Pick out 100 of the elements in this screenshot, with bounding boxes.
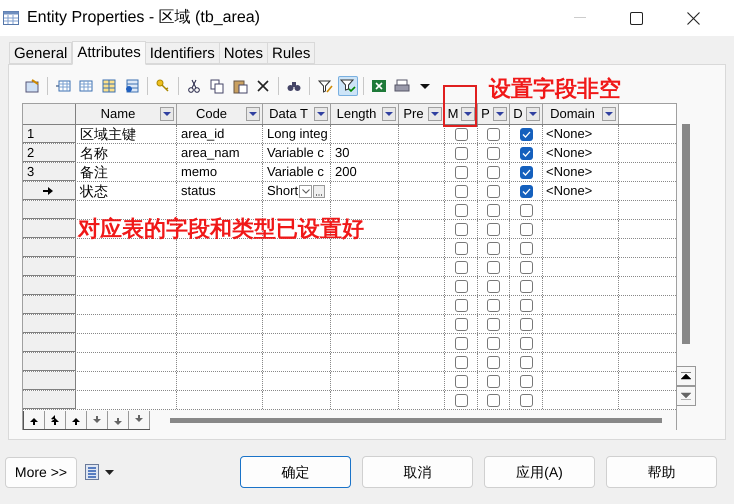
checkmark-icon bbox=[522, 188, 530, 194]
dialog-button[interactable]: 取消 bbox=[362, 456, 473, 488]
checkbox[interactable] bbox=[454, 298, 468, 312]
checkbox[interactable] bbox=[454, 280, 468, 292]
tab[interactable]: Rules bbox=[266, 42, 316, 64]
checkbox[interactable] bbox=[520, 146, 532, 160]
checkbox[interactable] bbox=[487, 146, 500, 160]
checkbox[interactable] bbox=[454, 222, 468, 236]
checkbox[interactable] bbox=[520, 356, 532, 368]
table-cell: 名称 bbox=[80, 144, 108, 162]
column-header: P bbox=[480, 105, 491, 124]
table-cell: 备注 bbox=[80, 163, 108, 181]
checkbox[interactable] bbox=[454, 374, 468, 388]
table-cell: 区域主键 bbox=[80, 125, 136, 143]
dialog-button[interactable]: 帮助 bbox=[606, 456, 717, 488]
checkbox[interactable] bbox=[520, 184, 532, 198]
checkbox[interactable] bbox=[454, 204, 468, 216]
checkbox[interactable] bbox=[454, 356, 468, 368]
column-header: Code bbox=[194, 105, 228, 124]
tab[interactable]: Attributes bbox=[72, 41, 146, 65]
table-cell-text: <None> bbox=[546, 144, 592, 162]
column-header: D bbox=[512, 105, 524, 124]
checkbox[interactable] bbox=[454, 242, 468, 254]
checkbox[interactable] bbox=[520, 336, 532, 350]
checkmark-icon bbox=[522, 150, 530, 156]
checkbox[interactable] bbox=[520, 260, 532, 274]
checkbox[interactable] bbox=[487, 356, 500, 368]
column-header: M bbox=[446, 105, 460, 124]
checkbox[interactable] bbox=[487, 184, 500, 198]
table-cell-text: <None> bbox=[546, 182, 592, 200]
checkbox[interactable] bbox=[487, 242, 500, 254]
table-cell-text: <None> bbox=[546, 163, 592, 182]
table-cell: area_nam bbox=[181, 144, 240, 162]
table-cell: 30 bbox=[335, 144, 350, 162]
checkbox[interactable] bbox=[520, 222, 532, 236]
checkbox[interactable] bbox=[487, 394, 500, 406]
column-header: Pre bbox=[402, 105, 425, 124]
dropdown-icon[interactable] bbox=[299, 184, 312, 198]
checkbox[interactable] bbox=[520, 204, 532, 216]
checkbox[interactable] bbox=[487, 222, 500, 236]
checkbox[interactable] bbox=[520, 166, 532, 178]
more-button[interactable]: More >> bbox=[5, 456, 77, 488]
row-header[interactable]: 3 bbox=[23, 163, 76, 181]
annotation-box bbox=[443, 85, 477, 127]
ellipsis-icon[interactable] bbox=[313, 184, 326, 198]
table-icon bbox=[3, 10, 19, 26]
checkmark-icon bbox=[522, 168, 530, 176]
checkbox[interactable] bbox=[520, 374, 532, 388]
checkbox[interactable] bbox=[454, 394, 468, 406]
checkbox[interactable] bbox=[520, 298, 532, 312]
checkmark-icon bbox=[522, 130, 530, 138]
checkbox[interactable] bbox=[454, 184, 468, 198]
checkbox[interactable] bbox=[487, 204, 500, 216]
checkbox[interactable] bbox=[520, 394, 532, 406]
checkbox[interactable] bbox=[487, 298, 500, 312]
checkbox[interactable] bbox=[454, 128, 468, 140]
arrow-right-icon bbox=[43, 186, 53, 194]
checkbox[interactable] bbox=[520, 242, 532, 254]
checkbox[interactable] bbox=[520, 280, 532, 292]
checkbox[interactable] bbox=[454, 336, 468, 350]
checkbox[interactable] bbox=[454, 260, 468, 274]
maximize-icon[interactable] bbox=[630, 12, 643, 24]
scrollbar-thumb[interactable] bbox=[170, 418, 662, 422]
row-header[interactable]: 1 bbox=[23, 125, 76, 143]
checkbox[interactable] bbox=[454, 318, 468, 330]
checkbox[interactable] bbox=[487, 318, 500, 330]
layout-menu-icon[interactable] bbox=[85, 464, 114, 480]
annotation-label: 设置字段非空 bbox=[489, 75, 621, 103]
filter-icon[interactable] bbox=[338, 76, 358, 96]
column-header: Length bbox=[336, 105, 378, 124]
table-cell: Variable c bbox=[267, 144, 324, 162]
column-header: Domain bbox=[549, 105, 596, 124]
checkbox[interactable] bbox=[487, 166, 500, 178]
table-cell: Short bbox=[267, 182, 298, 200]
scroll-top-icon[interactable] bbox=[676, 366, 696, 386]
tab[interactable]: General bbox=[9, 42, 72, 64]
checkbox[interactable] bbox=[487, 260, 500, 274]
close-icon[interactable] bbox=[687, 12, 700, 24]
checkbox[interactable] bbox=[487, 336, 500, 350]
checkbox[interactable] bbox=[454, 166, 468, 178]
table-cell-text: <None> bbox=[546, 125, 592, 144]
annotation-label: 对应表的字段和类型已设置好 bbox=[78, 215, 364, 243]
tab[interactable]: Notes bbox=[218, 42, 268, 64]
dialog-button[interactable]: 应用(A) bbox=[484, 456, 595, 488]
table-cell: memo bbox=[181, 163, 218, 181]
checkbox[interactable] bbox=[487, 128, 500, 140]
table-cell: Long integ bbox=[267, 125, 328, 143]
scroll-bottom-icon[interactable] bbox=[676, 386, 696, 406]
checkbox[interactable] bbox=[487, 280, 500, 292]
scrollbar-thumb[interactable] bbox=[682, 124, 690, 344]
checkbox[interactable] bbox=[520, 318, 532, 330]
table-cell: 状态 bbox=[80, 182, 108, 200]
dialog-button[interactable]: 确定 bbox=[240, 456, 351, 488]
checkbox[interactable] bbox=[520, 128, 532, 140]
row-header[interactable]: 2 bbox=[23, 144, 76, 162]
tab[interactable]: Identifiers bbox=[144, 42, 220, 64]
window-title: Entity Properties - 区域 (tb_area) bbox=[27, 8, 260, 28]
checkbox[interactable] bbox=[487, 374, 500, 388]
row-header[interactable] bbox=[23, 182, 76, 200]
checkbox[interactable] bbox=[454, 146, 468, 160]
